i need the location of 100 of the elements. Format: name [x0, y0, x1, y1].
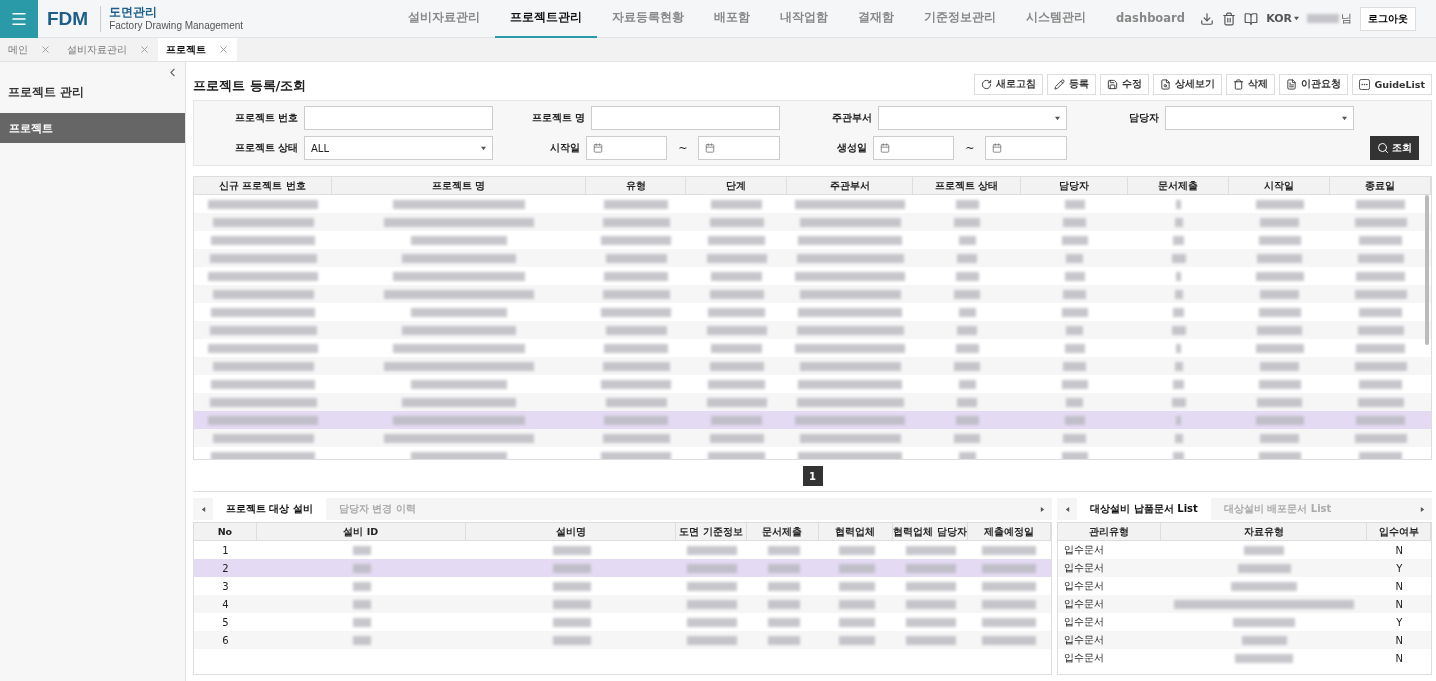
redacted-text — [552, 635, 591, 645]
redacted-text — [767, 545, 800, 555]
download-icon[interactable] — [1200, 11, 1215, 26]
dropdown[interactable] — [878, 106, 1067, 130]
input-field[interactable] — [591, 106, 780, 130]
redacted-text — [982, 635, 1037, 645]
redacted-text — [602, 361, 670, 371]
toolbar-button[interactable]: 등록 — [1047, 73, 1097, 95]
panel-tab[interactable]: 대상설비 납품문서 List — [1077, 498, 1211, 520]
dropdown[interactable] — [1165, 106, 1354, 130]
table-cell-text: 6 — [221, 634, 230, 646]
save-icon — [1107, 78, 1119, 90]
table-row[interactable] — [194, 393, 1431, 411]
table-row[interactable] — [194, 321, 1431, 339]
redacted-text — [687, 635, 738, 645]
redacted-text — [1357, 397, 1404, 407]
redacted-text — [1064, 415, 1085, 425]
redacted-text — [552, 599, 591, 609]
close-icon[interactable] — [218, 44, 229, 55]
toolbar-button[interactable]: 상세보기 — [1153, 73, 1223, 95]
book-icon[interactable] — [1244, 11, 1259, 26]
redacted-text — [906, 581, 956, 591]
redacted-text — [1061, 451, 1088, 459]
table-row[interactable] — [194, 213, 1431, 231]
redacted-text — [1241, 635, 1287, 645]
redacted-text — [352, 563, 371, 573]
redacted-text — [1356, 415, 1405, 425]
refresh-icon — [981, 78, 993, 90]
toolbar-button[interactable]: GuideList — [1352, 73, 1432, 95]
table-cell-text: N — [1394, 652, 1404, 664]
toolbar-button[interactable]: 새로고침 — [974, 73, 1044, 95]
panel-tab[interactable]: 프로젝트 대상 설비 — [213, 498, 326, 520]
date-field[interactable] — [698, 136, 780, 160]
table-cell-text: 1 — [221, 544, 230, 556]
close-icon[interactable] — [139, 44, 150, 55]
close-icon[interactable] — [40, 44, 51, 55]
table-row[interactable] — [194, 285, 1431, 303]
redacted-text — [839, 563, 876, 573]
table-cell-text: N — [1394, 544, 1404, 556]
redacted-text — [1231, 581, 1297, 591]
redacted-text — [1063, 361, 1086, 371]
search-button[interactable]: 조회 — [1370, 136, 1419, 160]
table-cell-text: 입수문서 — [1063, 615, 1106, 629]
table-row[interactable]: 6 — [194, 631, 1052, 649]
menu-button[interactable] — [0, 0, 38, 38]
caret-icon — [1039, 506, 1045, 512]
table-cell-text: 입수문서 — [1063, 579, 1106, 593]
date-field[interactable] — [872, 136, 955, 160]
field-label: 시작일 — [548, 141, 580, 155]
redacted-text — [602, 433, 670, 443]
table-row[interactable]: 4 — [194, 595, 1052, 613]
redacted-text — [1354, 361, 1407, 371]
redacted-text — [954, 433, 980, 443]
table-row[interactable] — [194, 429, 1431, 447]
field-label: 프로젝트 번호 — [233, 111, 298, 125]
app-subtitle: Factory Drawing Management — [109, 18, 244, 32]
redacted-text — [604, 343, 668, 353]
redacted-text — [767, 599, 800, 609]
app-logo: FDM — [47, 7, 89, 30]
table-row[interactable]: 2 — [194, 559, 1052, 577]
page-button[interactable]: 1 — [802, 466, 823, 486]
redacted-text — [1359, 235, 1402, 245]
table-row[interactable] — [194, 249, 1431, 267]
redacted-text — [958, 379, 976, 389]
redacted-text — [906, 563, 956, 573]
redacted-text — [1235, 653, 1293, 663]
redacted-text — [601, 235, 671, 245]
table-cell-text: 입수문서 — [1063, 633, 1106, 647]
redacted-text — [352, 599, 371, 609]
open-tab[interactable]: 설비자료관리 — [59, 38, 158, 61]
caret-icon — [1342, 115, 1347, 121]
trash-icon[interactable] — [1222, 11, 1237, 26]
redacted-text — [1260, 361, 1299, 371]
date-field[interactable] — [985, 136, 1067, 160]
date-field[interactable] — [585, 136, 668, 160]
open-tab[interactable]: 프로젝트 — [158, 38, 237, 61]
toolbar-button[interactable]: 이관요청 — [1279, 73, 1349, 95]
table-row[interactable] — [194, 411, 1431, 429]
redacted-text — [1258, 379, 1301, 389]
open-tab[interactable]: 메인 — [0, 38, 59, 61]
redacted-text — [709, 361, 764, 371]
redacted-text — [706, 397, 767, 407]
redacted-text — [687, 581, 738, 591]
language-selector[interactable]: KOR — [1266, 12, 1299, 25]
redacted-text — [1257, 253, 1302, 263]
redacted-text — [1063, 289, 1086, 299]
caret-icon — [1055, 115, 1060, 121]
table-row[interactable] — [194, 357, 1431, 375]
toolbar-button[interactable]: 삭제 — [1226, 73, 1276, 95]
redacted-text — [552, 563, 591, 573]
redacted-text — [1171, 253, 1186, 263]
redacted-text — [958, 307, 976, 317]
input-field[interactable] — [304, 106, 493, 130]
logout-button[interactable]: 로그아웃 — [1360, 6, 1416, 31]
dropdown[interactable]: ALL — [304, 136, 493, 160]
sidebar-item[interactable]: 프로젝트 — [0, 113, 185, 143]
scrollbar-thumb[interactable] — [1425, 195, 1429, 345]
toolbar-button[interactable]: 수정 — [1100, 73, 1150, 95]
redacted-text — [839, 617, 876, 627]
redacted-text — [687, 545, 738, 555]
